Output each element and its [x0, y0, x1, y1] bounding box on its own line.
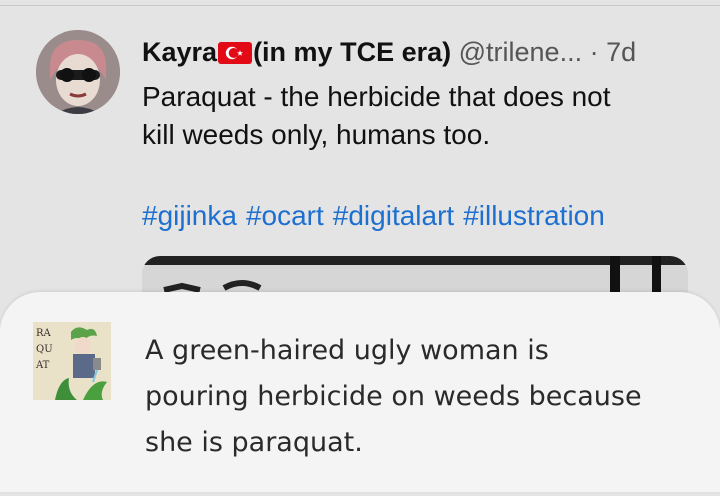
paraquat-character-thumbnail: RA QU AT [33, 322, 111, 400]
svg-text:RA: RA [36, 328, 52, 339]
hashtag-link[interactable]: #gijinka [142, 200, 237, 231]
author-line: Kayra (in my TCE era) @trilene... · 7d [142, 33, 636, 71]
tweet-body-text: Paraquat - the herbicide that does not k… [142, 81, 611, 150]
avatar-portrait-icon [36, 30, 120, 114]
hashtag-link[interactable]: #ocart [246, 200, 324, 231]
turkey-flag-icon [218, 36, 253, 64]
hashtag-row: #gijinka #ocart #digitalart #illustration [142, 197, 614, 235]
hashtag-link[interactable]: #digitalart [333, 200, 454, 231]
author-handle[interactable]: @trilene... [459, 37, 582, 67]
author-avatar[interactable] [36, 30, 120, 114]
author-display-name[interactable]: Kayra [142, 37, 217, 67]
alt-text-description: A green-haired ugly woman is pouring her… [145, 335, 642, 458]
alt-text-thumbnail[interactable]: RA QU AT [33, 322, 111, 400]
post-age[interactable]: 7d [606, 37, 636, 67]
top-divider [0, 5, 720, 6]
svg-text:AT: AT [35, 360, 50, 371]
author-display-name-suffix[interactable]: (in my TCE era) [253, 37, 451, 67]
meta-separator: · [589, 37, 599, 67]
svg-text:QU: QU [36, 344, 53, 355]
alt-text-card[interactable]: RA QU AT A green-haired ugly woman is po… [0, 292, 720, 492]
hashtag-link[interactable]: #illustration [463, 200, 605, 231]
